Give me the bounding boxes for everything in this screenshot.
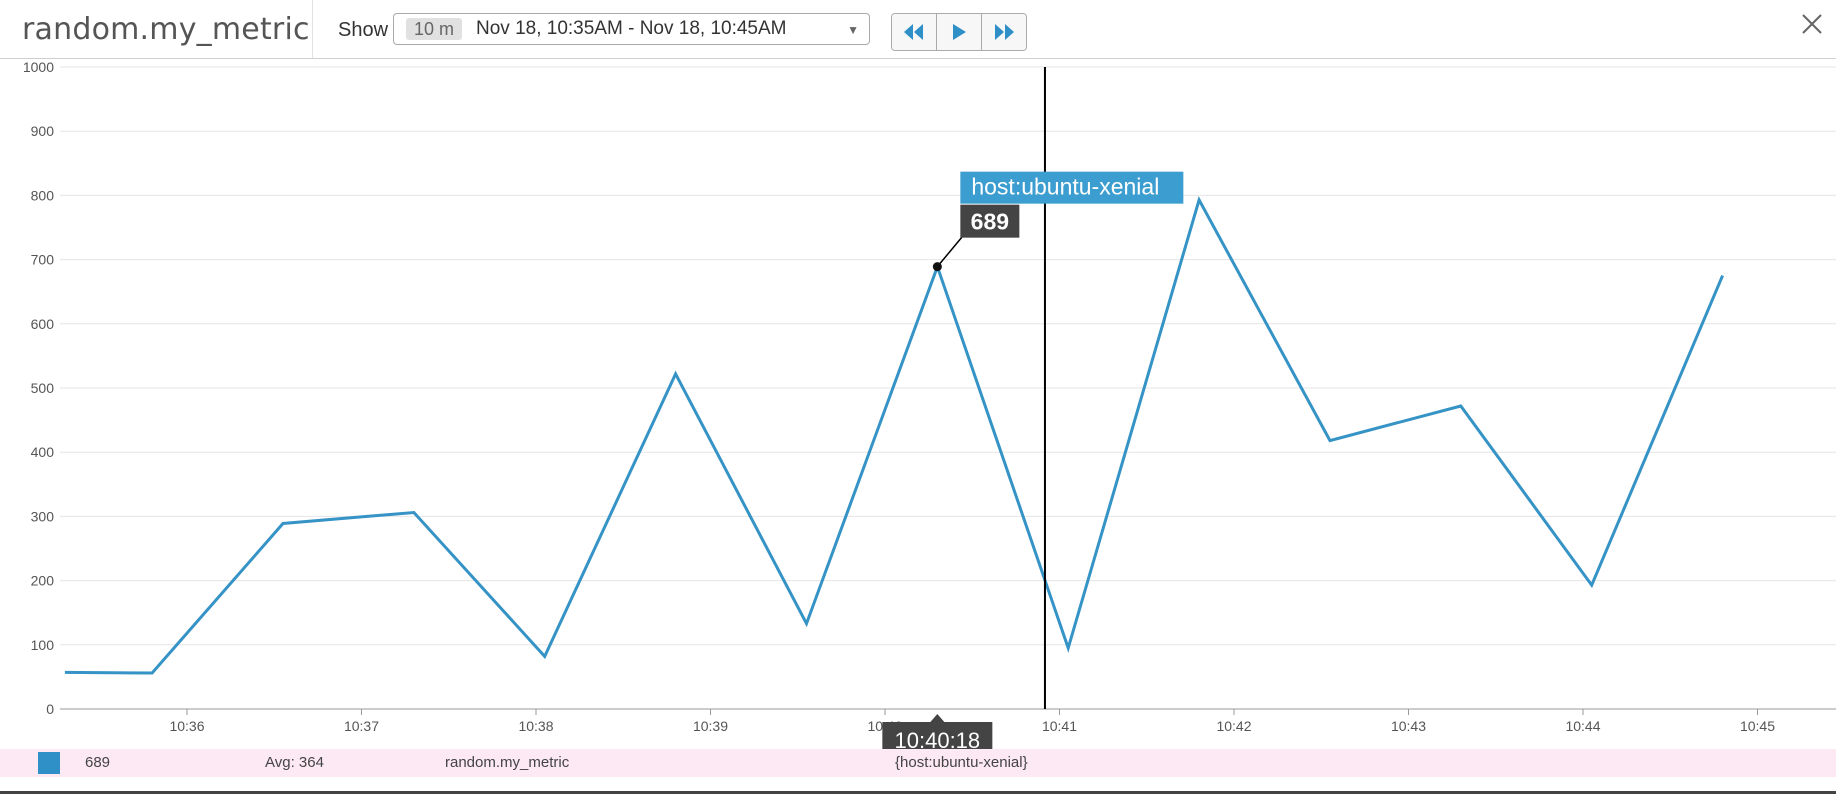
y-tick-label: 100 [31,637,55,653]
x-tick-label: 10:41 [1042,718,1077,734]
data-point [1328,439,1332,443]
fast-forward-icon [995,24,1014,40]
x-tick-label: 10:44 [1565,718,1600,734]
title-divider [312,0,313,58]
series-color-swatch [38,752,60,774]
data-point [1590,583,1594,587]
y-tick-label: 900 [31,123,55,139]
data-point [1197,198,1201,202]
x-tick-label: 10:39 [693,718,728,734]
data-point [63,670,67,674]
rewind-icon [904,24,923,40]
series-line [64,195,1724,675]
y-tick-label: 700 [31,252,55,268]
data-point [1721,274,1725,278]
metric-title: random.my_metric [22,12,310,47]
data-point [674,372,678,376]
hover-leader-line [936,236,963,268]
y-tick-label: 0 [46,701,54,717]
legend-current-value: 689 [85,754,111,771]
hover-value-text: 689 [971,209,1009,235]
hover-time-pointer [930,714,945,722]
chevron-down-icon: ▼ [847,23,859,37]
data-point [804,622,808,626]
x-tick-label: 10:36 [169,718,204,734]
legend-average: Avg: 364 [265,754,324,771]
data-point [1459,404,1463,408]
y-tick-label: 300 [31,508,55,524]
data-point [412,511,416,515]
x-tick-label: 10:37 [344,718,379,734]
data-point [543,654,547,658]
close-button[interactable] [1798,10,1826,38]
header-bar: random.my_metric Show 10 m Nov 18, 10:35… [0,0,1836,59]
y-tick-label: 200 [31,573,55,589]
x-tick-label: 10:42 [1216,718,1251,734]
x-tick-label: 10:45 [1740,718,1775,734]
y-tick-label: 400 [31,444,55,460]
data-point [1066,646,1070,650]
range-text: Nov 18, 10:35AM - Nov 18, 10:45AM [476,18,787,39]
data-point [150,671,154,675]
line-chart[interactable]: 0 100 200 300 400 500 600 700 800 900 1000 10:36 10:… [0,59,1836,756]
play-icon [953,24,966,40]
rewind-button[interactable] [892,14,937,50]
legend-scope: {host:ubuntu-xenial} [895,754,1028,771]
hover-point [932,262,942,272]
range-duration-chip: 10 m [406,18,463,40]
time-range-select[interactable]: 10 m Nov 18, 10:35AM - Nov 18, 10:45AM ▼ [393,13,870,45]
y-tick-label: 1000 [23,59,54,75]
hover-label-text: host:ubuntu-xenial [971,174,1159,200]
legend-row[interactable]: 689 Avg: 364 random.my_metric {host:ubun… [0,749,1836,777]
play-button[interactable] [937,14,982,50]
x-tick-label: 10:38 [518,718,553,734]
show-label: Show [338,19,389,41]
y-tick-label: 500 [31,380,55,396]
y-tick-label: 800 [31,187,55,203]
time-navigation [891,13,1027,51]
x-tick-label: 10:43 [1391,718,1426,734]
fast-forward-button[interactable] [982,14,1026,50]
y-tick-label: 600 [31,316,55,332]
legend-metric-name: random.my_metric [445,754,570,771]
chart-area[interactable]: 0 100 200 300 400 500 600 700 800 900 1000 10:36 10:… [0,59,1836,756]
close-icon [1802,14,1822,34]
hover-time-label: 10:40:18 [895,728,981,749]
data-point [281,521,285,525]
